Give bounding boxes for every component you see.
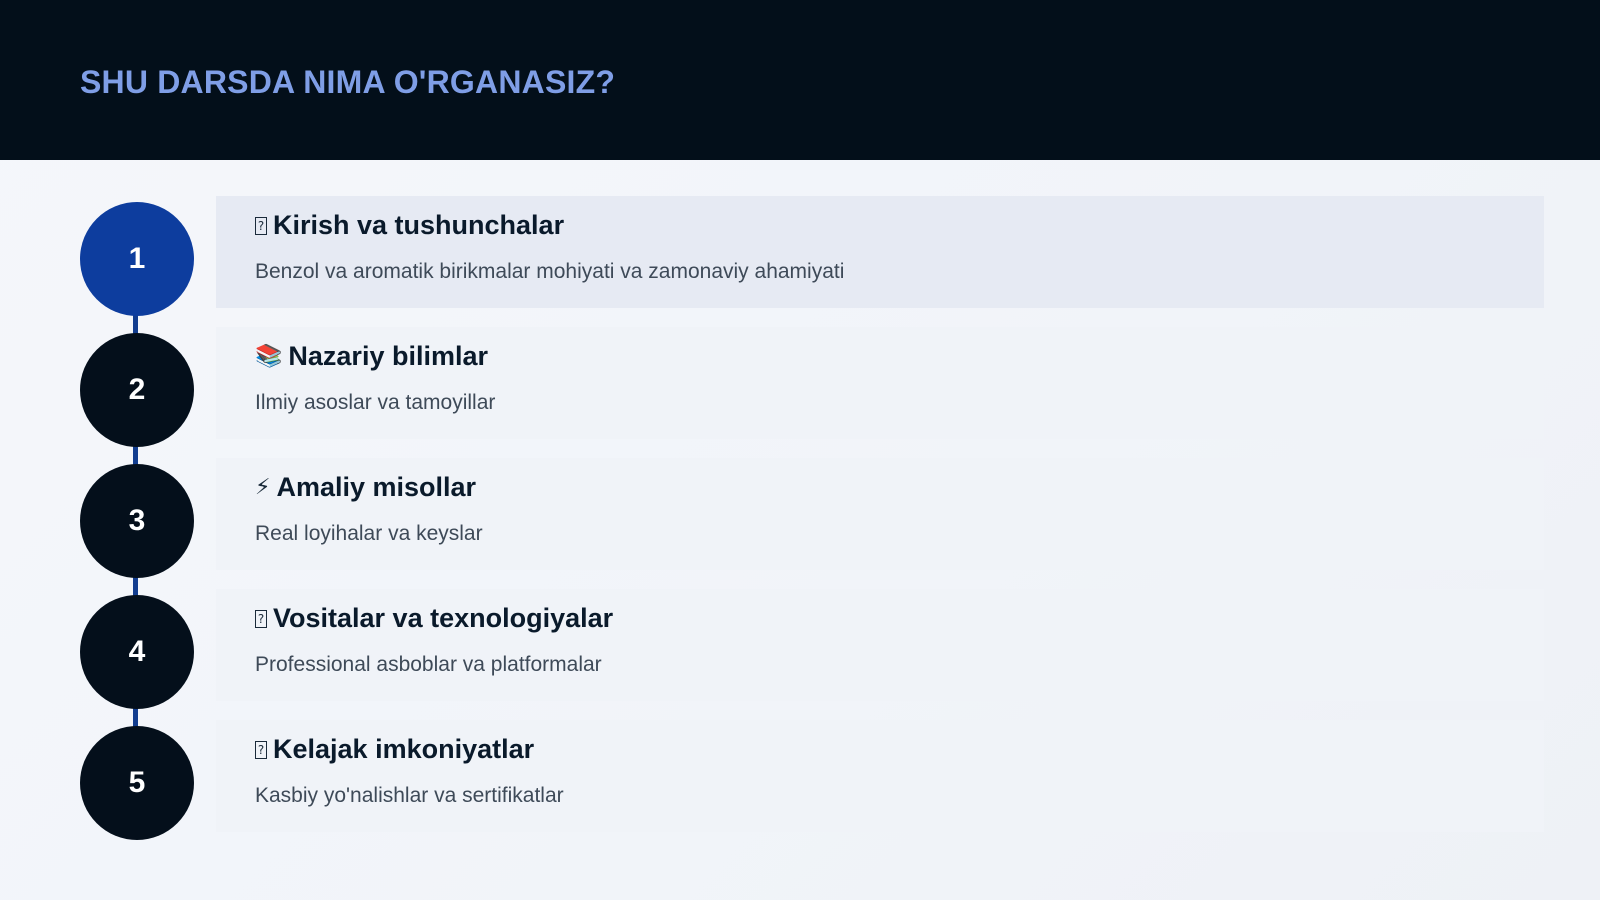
step-title-text: Amaliy misollar — [276, 472, 477, 502]
step-title: ? Kelajak imkoniyatlar — [255, 734, 534, 765]
step-title-text: Kirish va tushunchalar — [273, 210, 565, 240]
step-number-badge: 3 — [80, 464, 194, 578]
step-5: 5 ? Kelajak imkoniyatlar Kasbiy yo'nalis… — [0, 720, 1600, 851]
step-number-badge: 2 — [80, 333, 194, 447]
step-card[interactable]: 📚 Nazariy bilimlar Ilmiy asoslar va tamo… — [216, 327, 1544, 439]
step-card[interactable]: ? Kirish va tushunchalar Benzol va aroma… — [216, 196, 1544, 308]
box-icon: ? — [255, 740, 267, 759]
step-title-text: Nazariy bilimlar — [288, 341, 488, 371]
step-number-badge: 1 — [80, 202, 194, 316]
box-icon: ? — [255, 216, 267, 235]
step-description: Ilmiy asoslar va tamoyillar — [255, 391, 496, 414]
step-1: 1 ? Kirish va tushunchalar Benzol va aro… — [0, 196, 1600, 327]
step-description: Benzol va aromatik birikmalar mohiyati v… — [255, 260, 845, 283]
page-title: SHU DARSDA NIMA O'RGANASIZ? — [80, 64, 616, 100]
step-title: ⚡ Amaliy misollar — [255, 472, 476, 503]
step-card[interactable]: ? Vositalar va texnologiyalar Profession… — [216, 589, 1544, 701]
step-title: ? Vositalar va texnologiyalar — [255, 603, 613, 634]
step-2: 2 📚 Nazariy bilimlar Ilmiy asoslar va ta… — [0, 327, 1600, 458]
step-3: 3 ⚡ Amaliy misollar Real loyihalar va ke… — [0, 458, 1600, 589]
step-title: 📚 Nazariy bilimlar — [255, 341, 488, 372]
step-title: ? Kirish va tushunchalar — [255, 210, 564, 241]
step-4: 4 ? Vositalar va texnologiyalar Professi… — [0, 589, 1600, 720]
step-number-badge: 4 — [80, 595, 194, 709]
step-title-text: Vositalar va texnologiyalar — [273, 603, 614, 633]
books-icon: 📚 — [255, 344, 283, 369]
step-card[interactable]: ⚡ Amaliy misollar Real loyihalar va keys… — [216, 458, 1544, 570]
step-card[interactable]: ? Kelajak imkoniyatlar Kasbiy yo'nalishl… — [216, 720, 1544, 832]
step-number-badge: 5 — [80, 726, 194, 840]
step-description: Kasbiy yo'nalishlar va sertifikatlar — [255, 784, 564, 807]
step-description: Professional asboblar va platformalar — [255, 653, 602, 676]
step-title-text: Kelajak imkoniyatlar — [273, 734, 535, 764]
header-bar: SHU DARSDA NIMA O'RGANASIZ? — [0, 0, 1600, 160]
step-description: Real loyihalar va keyslar — [255, 522, 483, 545]
lightning-icon: ⚡ — [255, 475, 271, 500]
box-icon: ? — [255, 609, 267, 628]
